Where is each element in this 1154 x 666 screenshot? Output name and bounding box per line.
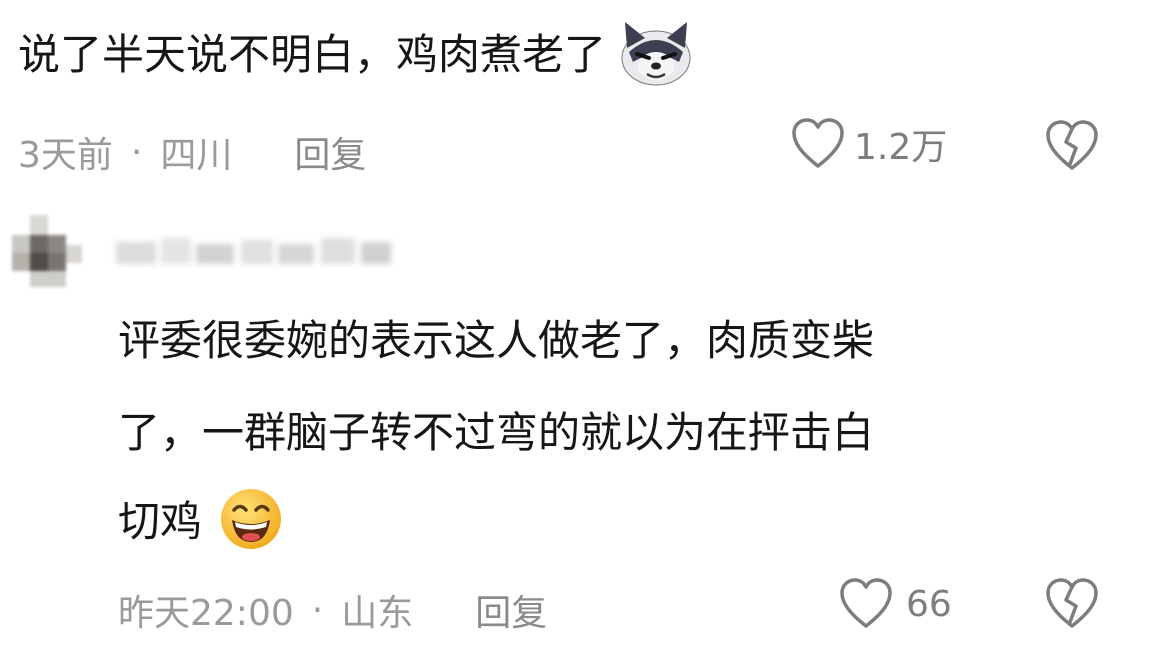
dislike-button[interactable] xyxy=(1044,578,1100,630)
reply-time: 昨天22:00 xyxy=(118,593,294,634)
separator-dot: · xyxy=(130,131,143,173)
reply-line-3: 切鸡 xyxy=(118,497,203,547)
reply-line-1: 评委很委婉的表示这人做老了，肉质变柴 xyxy=(118,316,875,365)
comment-body: 说了半天说不明白，鸡肉煮老了 xyxy=(18,30,607,80)
sly-cat-emoji-icon xyxy=(619,18,693,97)
heart-icon xyxy=(838,578,894,630)
dislike-button[interactable] xyxy=(1044,120,1100,172)
avatar[interactable] xyxy=(12,215,82,287)
username[interactable] xyxy=(116,232,391,272)
broken-heart-icon xyxy=(1046,578,1098,628)
grinning-face-emoji-icon xyxy=(215,486,287,563)
comment-meta: 3天前 · 四川 回复 xyxy=(18,126,366,178)
reply-button[interactable]: 回复 xyxy=(294,126,366,178)
like-count: 66 xyxy=(906,583,952,625)
like-count: 1.2万 xyxy=(854,127,948,168)
reply-button[interactable]: 回复 xyxy=(475,584,547,636)
reply-location: 山东 xyxy=(341,593,414,634)
comment-time: 3天前 xyxy=(18,135,113,176)
like-button[interactable]: 66 xyxy=(838,578,952,630)
reply-text-line-1: 评委很委婉的表示这人做老了，肉质变柴 xyxy=(118,316,874,366)
reply-meta: 昨天22:00 · 山东 回复 xyxy=(118,584,547,636)
comment-location: 四川 xyxy=(160,135,233,176)
reply-text-line-3: 切鸡 xyxy=(118,486,287,563)
comment-text: 说了半天说不明白，鸡肉煮老了 xyxy=(18,18,693,97)
reply-line-2: 了，一群脑子转不过弯的就以为在抨击白 xyxy=(118,408,875,457)
like-button[interactable]: 1.2万 xyxy=(790,118,947,170)
broken-heart-icon xyxy=(1046,120,1098,170)
reply-text-line-2: 了，一群脑子转不过弯的就以为在抨击白 xyxy=(118,408,874,458)
separator-dot: · xyxy=(311,589,324,631)
heart-icon xyxy=(790,118,846,170)
